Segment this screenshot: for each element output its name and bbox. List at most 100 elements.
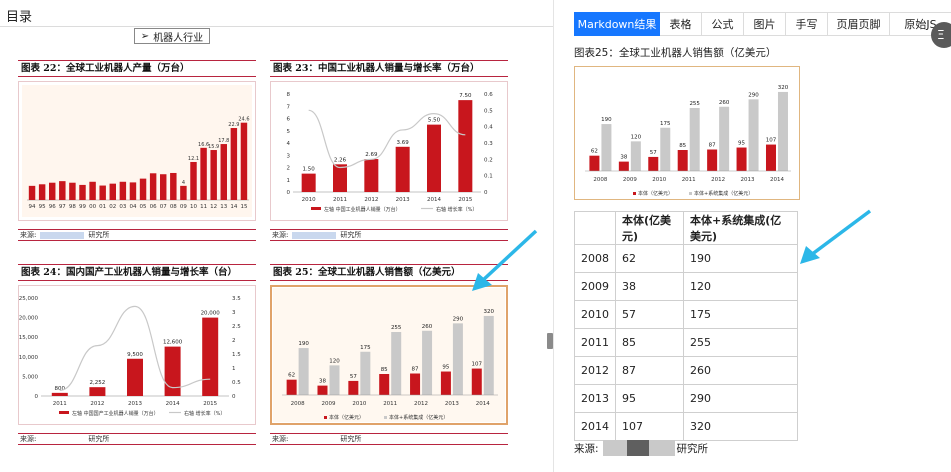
x-tick-label: 2013 <box>396 197 410 203</box>
x-tick-label: 2015 <box>203 401 217 407</box>
table-cell: 85 <box>615 328 684 357</box>
bar <box>119 181 127 200</box>
tab-table[interactable]: 表格 <box>660 12 702 36</box>
bar <box>301 173 316 192</box>
legend-label: 本体（亿美元） <box>638 190 673 197</box>
data-label: 260 <box>422 324 433 330</box>
x-tick-label: 2009 <box>321 401 335 407</box>
bar-total <box>689 108 700 171</box>
x-tick-label: 2008 <box>593 177 607 183</box>
y2-tick-label: 0 <box>484 190 488 196</box>
legend-label: 本体（亿美元） <box>329 414 364 421</box>
tab-formula[interactable]: 公式 <box>702 12 744 36</box>
result-tabs: Markdown结果 表格 公式 图片 手写 页眉页脚 原始JS <box>574 12 951 36</box>
x-tick-label: 2012 <box>414 401 428 407</box>
tab-markdown[interactable]: Markdown结果 <box>574 12 660 36</box>
legend-label: 本体+系统集成（亿美元） <box>694 190 753 197</box>
source-label: 来源: <box>20 435 37 443</box>
figure-25-title: 图表 25：全球工业机器人销售额（亿美元） <box>270 264 508 281</box>
tab-image[interactable]: 图片 <box>744 12 786 36</box>
bar <box>364 159 379 192</box>
bar <box>395 146 410 192</box>
legend-label: 右轴 增长率（%） <box>184 410 225 417</box>
figure-23-source: 来源: 研究所 <box>270 229 508 241</box>
redacted-block <box>648 440 675 456</box>
y2-tick-label: 3.5 <box>232 296 241 302</box>
x-tick-label: 03 <box>119 204 126 210</box>
x-tick-label: 2014 <box>166 401 180 407</box>
bar <box>200 147 207 200</box>
data-label: 38 <box>319 379 326 385</box>
table-row: 2009 38 120 <box>574 272 798 301</box>
x-tick-label: 08 <box>170 204 177 210</box>
data-label: 15.9 <box>208 144 219 150</box>
document-preview-pane[interactable]: 目录 ➢ 机器人行业 图表 22：全球工业机器人产量（万台） 94 95 96 97 9… <box>0 0 553 472</box>
table-cell: 2011 <box>574 328 616 357</box>
y-tick-label: 10,000 <box>19 355 38 361</box>
data-label: 87 <box>412 367 419 373</box>
legend-label: 右轴 增长率（%） <box>436 206 477 213</box>
bar <box>180 185 187 200</box>
result-pane: Markdown结果 表格 公式 图片 手写 页眉页脚 原始JS Ξ 图表25：… <box>554 0 951 472</box>
x-tick-label: 14 <box>230 204 237 210</box>
table-cell: 255 <box>683 328 798 357</box>
bar <box>48 182 56 200</box>
bar <box>59 181 66 200</box>
table-header-row: 本体(亿美元) 本体+系统集成(亿美元) <box>574 211 798 245</box>
bar <box>38 184 46 200</box>
y2-tick-label: 1 <box>232 366 236 372</box>
source-suffix: 研究所 <box>340 435 362 443</box>
data-label: 1.50 <box>303 167 316 173</box>
x-tick-label: 2011 <box>682 177 696 183</box>
x-tick-label: 09 <box>180 204 187 210</box>
x-tick-label: 94 <box>29 204 36 210</box>
tab-header-footer[interactable]: 页眉页脚 <box>828 12 890 36</box>
data-label: 255 <box>689 101 700 107</box>
data-label: 120 <box>329 358 340 364</box>
x-tick-label: 2010 <box>652 177 666 183</box>
bar-total <box>452 323 463 395</box>
data-label: 12.1 <box>188 156 199 162</box>
source-label: 来源: <box>272 231 289 239</box>
data-label: 62 <box>288 373 295 379</box>
bar <box>127 358 143 396</box>
splitter-handle[interactable] <box>547 333 553 349</box>
bar <box>159 174 167 200</box>
bar <box>220 144 228 200</box>
result-caption: 图表25：全球工业机器人销售额（亿美元） <box>574 47 777 59</box>
bar-body <box>707 149 718 171</box>
table-cell: 62 <box>615 244 684 273</box>
figure-23: 图表 23：中国工业机器人销量与增长率（万台） 0 1 2 3 4 5 6 7 8 0 0.1 0.2… <box>270 60 508 248</box>
x-tick-label: 2012 <box>364 197 378 203</box>
table-cell: 290 <box>683 384 798 413</box>
x-tick-label: 13 <box>220 204 227 210</box>
legend-swatch <box>59 411 69 414</box>
arrow-shaft <box>809 209 872 257</box>
industry-heading: ➢ 机器人行业 <box>134 28 210 44</box>
y-tick-label: 5,000 <box>22 374 38 380</box>
data-label: 120 <box>631 134 642 140</box>
figure-22-source: 来源: 研究所 <box>18 229 256 241</box>
table-row: 2010 57 175 <box>574 300 798 329</box>
data-label: 2,252 <box>90 380 106 386</box>
data-label: 9,500 <box>127 352 143 358</box>
legend-swatch <box>324 416 327 419</box>
data-label: 107 <box>472 362 483 368</box>
data-label: 95 <box>738 141 745 147</box>
x-tick-label: 95 <box>39 204 46 210</box>
bar-body <box>348 380 359 395</box>
y2-tick-label: 0.2 <box>484 157 493 163</box>
x-tick-label: 00 <box>89 204 96 210</box>
figure-23-title: 图表 23：中国工业机器人销量与增长率（万台） <box>270 60 508 77</box>
x-tick-label: 2010 <box>352 401 366 407</box>
source-label: 来源: <box>272 435 289 443</box>
bar-body <box>471 368 482 395</box>
data-label: 20,000 <box>201 311 221 317</box>
tab-handwriting[interactable]: 手写 <box>786 12 828 36</box>
side-panel-toggle-button[interactable]: Ξ <box>931 22 951 48</box>
table-cell: 57 <box>615 300 684 329</box>
bar-body <box>589 155 600 171</box>
data-label: 2.69 <box>365 152 378 158</box>
figure-24: 图表 24：国内国产工业机器人销量与增长率（台） 0 5,000 10,000 15,… <box>18 264 256 452</box>
x-tick-label: 2012 <box>90 401 104 407</box>
